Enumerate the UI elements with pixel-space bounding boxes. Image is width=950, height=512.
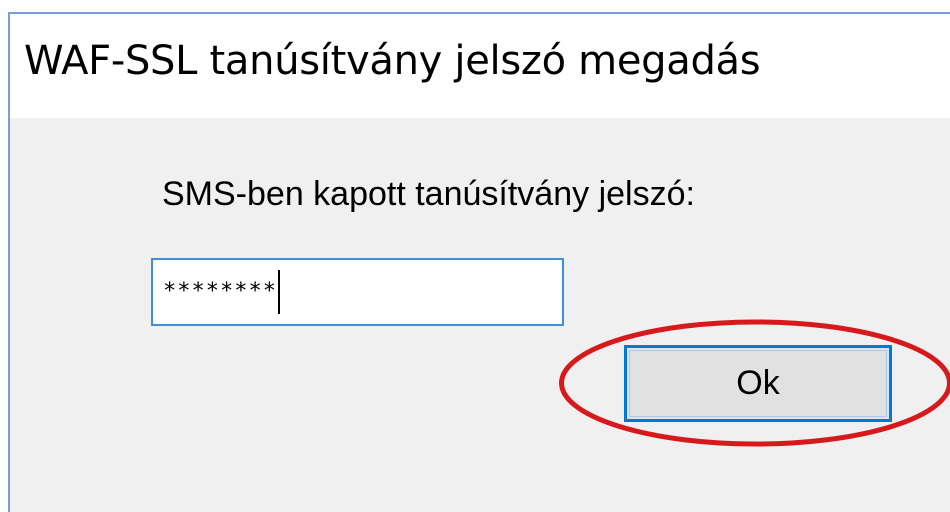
password-prompt-label: SMS-ben kapott tanúsítvány jelszó: (162, 175, 695, 213)
ok-button[interactable]: Ok (624, 345, 892, 422)
password-field[interactable]: ******** (151, 258, 564, 326)
window-title: WAF-SSL tanúsítvány jelszó megadás (24, 38, 761, 84)
title-bar: WAF-SSL tanúsítvány jelszó megadás (10, 14, 950, 119)
password-masked-value: ******** (163, 279, 277, 304)
dialog-window: WAF-SSL tanúsítvány jelszó megadás SMS-b… (8, 12, 950, 512)
ok-button-label: Ok (736, 364, 780, 402)
text-caret (277, 270, 280, 314)
dialog-client-area: SMS-ben kapott tanúsítvány jelszó: *****… (10, 118, 950, 512)
